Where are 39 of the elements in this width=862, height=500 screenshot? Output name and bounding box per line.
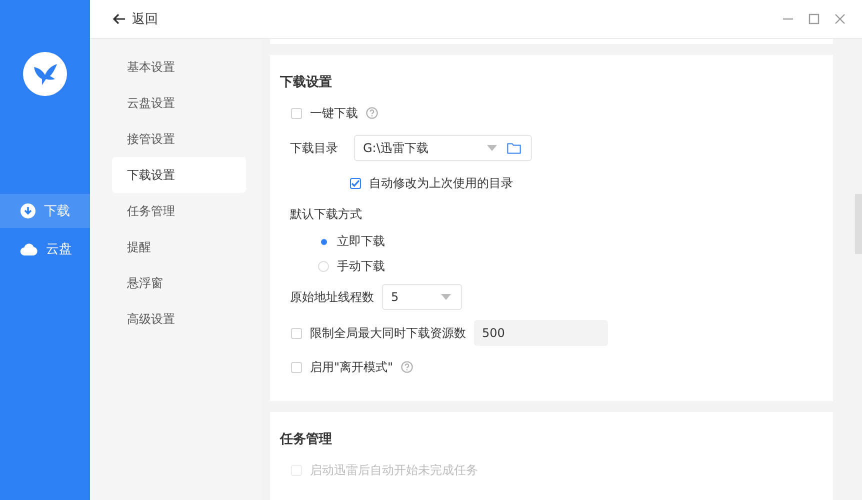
radio-label[interactable]: 手动下载 xyxy=(337,258,385,275)
checkbox-label[interactable]: 一键下载 xyxy=(310,104,358,122)
settings-nav-item[interactable]: 下载设置 xyxy=(112,157,246,193)
settings-nav-item[interactable]: 提醒 xyxy=(112,229,246,265)
radio-label[interactable]: 立即下载 xyxy=(337,233,385,250)
group-label: 默认下载方式 xyxy=(290,206,362,222)
directory-dropdown[interactable]: G:\迅雷下载 xyxy=(354,135,532,161)
logo-icon xyxy=(23,52,67,96)
maximize-icon[interactable] xyxy=(808,13,820,25)
back-arrow-icon xyxy=(112,13,126,25)
folder-icon[interactable] xyxy=(507,142,521,154)
settings-nav-item[interactable]: 接管设置 xyxy=(112,121,246,157)
dropdown-caret-icon xyxy=(487,145,497,151)
close-icon[interactable] xyxy=(834,13,846,25)
checkbox-label[interactable]: 自动修改为上次使用的目录 xyxy=(369,174,513,192)
settings-nav-item[interactable]: 任务管理 xyxy=(112,193,246,229)
download-icon xyxy=(20,203,36,219)
section-title: 任务管理 xyxy=(280,431,333,448)
sidebar-item[interactable]: 云盘 xyxy=(0,232,90,266)
checkbox-label[interactable]: 启用"离开模式" xyxy=(310,358,394,376)
settings-nav-item[interactable]: 高级设置 xyxy=(112,301,246,337)
section-title: 下载设置 xyxy=(280,74,333,91)
checkbox[interactable] xyxy=(350,178,361,188)
settings-nav-item[interactable]: 悬浮窗 xyxy=(112,265,246,301)
thread-count-dropdown[interactable]: 5 xyxy=(382,284,462,310)
dropdown-value: 5 xyxy=(391,290,400,304)
field-label: 原始地址线程数 xyxy=(290,288,374,306)
dropdown-value: G:\迅雷下载 xyxy=(363,140,430,156)
help-icon[interactable] xyxy=(366,107,378,119)
checkbox-label[interactable]: 限制全局最大同时下载资源数 xyxy=(310,324,466,342)
field-label: 下载目录 xyxy=(290,140,338,156)
radio-button[interactable] xyxy=(318,261,329,272)
help-icon[interactable] xyxy=(401,361,414,373)
settings-nav-item[interactable]: 云盘设置 xyxy=(112,85,246,121)
dropdown-caret-icon xyxy=(441,294,451,300)
settings-nav-item[interactable]: 基本设置 xyxy=(112,49,246,85)
cloud-icon xyxy=(20,242,38,256)
input-field[interactable]: 500 xyxy=(474,320,608,346)
back-button[interactable]: 返回 xyxy=(112,10,158,28)
